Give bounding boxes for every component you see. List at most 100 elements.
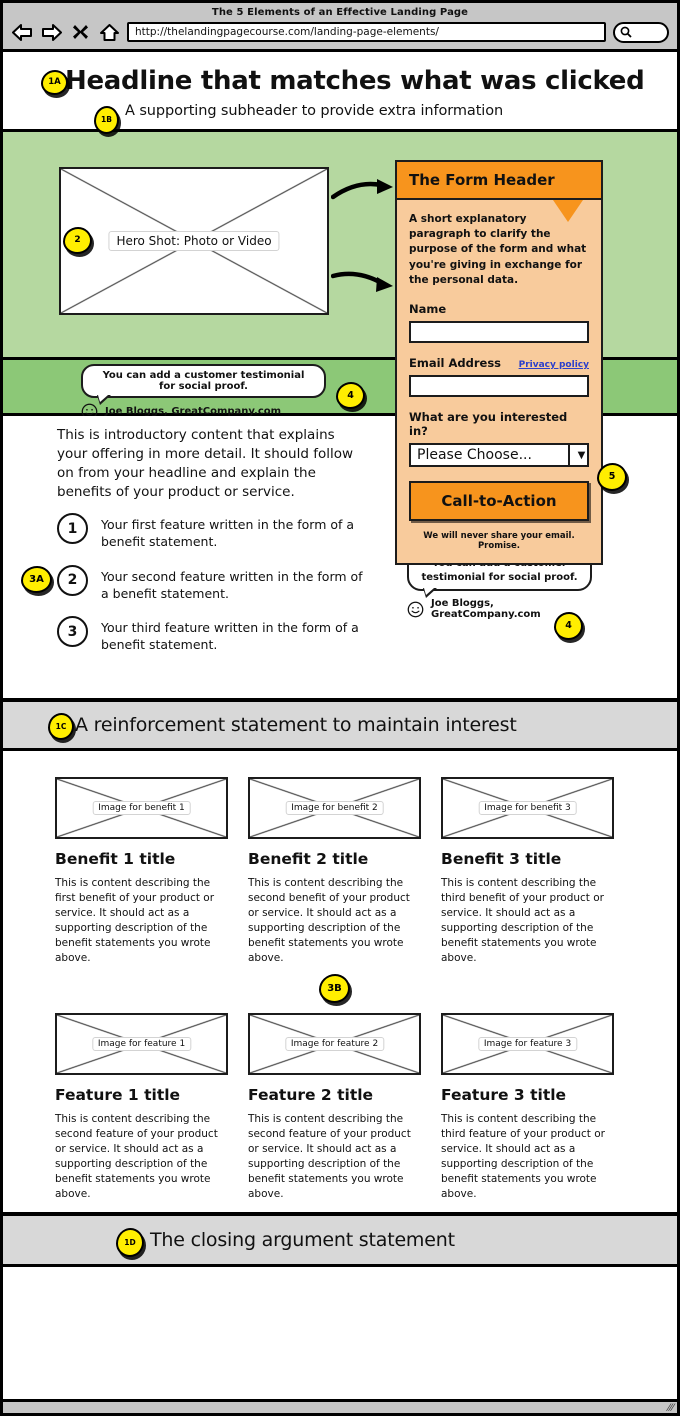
badge-5: 5: [597, 463, 627, 491]
form-promise-text: We will never share your email. Promise.: [423, 531, 575, 552]
feature-image-label: Image for feature 3: [477, 1037, 578, 1052]
resize-grip-icon[interactable]: ///: [665, 1403, 674, 1413]
browser-window: The 5 Elements of an Effective Landing P…: [0, 0, 680, 1416]
badge-1d: 1D: [116, 1227, 144, 1257]
chevron-down-icon: ▼: [568, 445, 587, 466]
form-body: A short explanatory paragraph to clarify…: [397, 200, 601, 563]
benefit-title: Benefit 1 title: [55, 850, 176, 868]
badge-3b: 3B: [319, 974, 350, 1004]
form-paragraph: A short explanatory paragraph to clarify…: [409, 213, 587, 286]
feature-body: This is content describing the second fe…: [248, 1113, 411, 1200]
benefit-image-label: Image for benefit 3: [478, 801, 577, 815]
feature-number: 1: [57, 513, 88, 544]
grid-row-separator: 3B: [3, 965, 677, 1013]
feature-number: 2: [57, 564, 88, 596]
benefit-image-placeholder: Image for benefit 3: [441, 777, 614, 839]
browser-toolbar: http://thelandingpagecourse.com/landing-…: [3, 21, 677, 43]
browser-chrome: The 5 Elements of an Effective Landing P…: [3, 3, 677, 52]
benefit-title: Benefit 3 title: [441, 850, 562, 868]
badge-4-side: 4: [554, 612, 583, 640]
badge-1b: 1B: [94, 106, 119, 134]
feature-card: Image for feature 3 Feature 3 title This…: [441, 1013, 614, 1201]
feature-title: Feature 1 title: [55, 1086, 181, 1105]
content-grid-section: Image for benefit 1 Benefit 1 title This…: [3, 751, 677, 1215]
feature-image-label: Image for feature 2: [284, 1037, 385, 1052]
badge-2: 2: [63, 227, 92, 254]
email-label-row: Email Address Privacy policy: [409, 356, 589, 375]
feature-number: 3: [57, 616, 88, 647]
list-item: 3 Your third feature written in the form…: [57, 616, 367, 654]
hero-image-label: Hero Shot: Photo or Video: [108, 231, 280, 251]
benefit-image-label: Image for benefit 1: [92, 801, 191, 815]
benefit-card: Image for benefit 2 Benefit 2 title This…: [248, 777, 421, 965]
benefit-image-label: Image for benefit 2: [285, 801, 384, 815]
benefit-image-placeholder: Image for benefit 1: [55, 777, 228, 839]
form-notch-triangle: [553, 200, 583, 222]
feature-image-placeholder: Image for feature 2: [248, 1013, 421, 1076]
testimonial-top: You can add a customer testimonial for s…: [81, 364, 326, 420]
feature-text: Your first feature written in the form o…: [101, 517, 355, 550]
badge-1c: 1C: [48, 713, 74, 740]
status-bar: ///: [3, 1399, 677, 1413]
list-item: 1 Your first feature written in the form…: [57, 513, 367, 551]
back-arrow-icon[interactable]: [11, 21, 33, 43]
feature-title: Feature 3 title: [441, 1086, 567, 1105]
benefit-body: This is content describing the third ben…: [441, 877, 605, 964]
testimonial-bubble: You can add a customer testimonial for s…: [81, 364, 326, 405]
name-label: Name: [409, 302, 447, 317]
window-title: The 5 Elements of an Effective Landing P…: [211, 7, 469, 18]
search-input[interactable]: [613, 21, 669, 43]
list-item: 2 Your second feature written in the for…: [57, 564, 367, 603]
benefit-body: This is content describing the second be…: [248, 877, 410, 964]
feature-text: Your third feature written in the form o…: [101, 620, 359, 653]
arrow-to-form-top: [331, 179, 393, 200]
features-row: Image for feature 1 Feature 1 title This…: [3, 1013, 677, 1201]
feature-image-label: Image for feature 1: [91, 1037, 192, 1052]
intro-paragraph: This is introductory content that explai…: [57, 427, 354, 501]
url-input[interactable]: http://thelandingpagecourse.com/landing-…: [127, 22, 606, 42]
feature-body: This is content describing the third fea…: [441, 1113, 605, 1200]
reinforcement-band: 1C A reinforcement statement to maintain…: [3, 701, 677, 751]
benefit-body: This is content describing the first ben…: [55, 877, 215, 964]
badge-4-top: 4: [336, 382, 365, 409]
smiley-icon: [407, 601, 424, 617]
feature-card: Image for feature 2 Feature 2 title This…: [248, 1013, 421, 1201]
email-label: Email Address: [409, 356, 502, 371]
privacy-policy-link[interactable]: Privacy policy: [519, 360, 589, 370]
closing-band: 1D The closing argument statement: [3, 1214, 677, 1267]
arrow-to-form-bottom: [331, 271, 393, 292]
forward-arrow-icon[interactable]: [40, 21, 62, 43]
feature-body: This is content describing the second fe…: [55, 1113, 218, 1200]
interest-label: What are you interested in?: [409, 410, 568, 439]
lead-form: The Form Header A short explanatory para…: [395, 160, 603, 566]
feature-image-placeholder: Image for feature 3: [441, 1013, 614, 1076]
search-icon: [620, 23, 632, 42]
name-field[interactable]: [409, 321, 589, 344]
reinforcement-text: A reinforcement statement to maintain in…: [75, 714, 517, 736]
badge-3a: 3A: [21, 566, 52, 593]
headline-section: 1A Headline that matches what was clicke…: [3, 52, 677, 134]
page-subheader: A supporting subheader to provide extra …: [125, 103, 504, 119]
benefit-image-placeholder: Image for benefit 2: [248, 777, 421, 839]
url-text: http://thelandingpagecourse.com/landing-…: [135, 26, 439, 38]
cta-button[interactable]: Call-to-Action: [409, 481, 589, 522]
benefit-card: Image for benefit 3 Benefit 3 title This…: [441, 777, 614, 965]
home-icon[interactable]: [98, 21, 120, 43]
feature-image-placeholder: Image for feature 1: [55, 1013, 228, 1076]
feature-title: Feature 2 title: [248, 1086, 374, 1105]
badge-1a: 1A: [41, 70, 68, 95]
email-field[interactable]: [409, 375, 589, 398]
interest-select[interactable]: Please Choose... ▼: [409, 443, 589, 468]
benefit-card: Image for benefit 1 Benefit 1 title This…: [55, 777, 228, 965]
interest-select-value: Please Choose...: [417, 447, 532, 464]
hero-section: Hero Shot: Photo or Video 2 The Form Hea…: [3, 132, 677, 566]
form-header: The Form Header: [397, 162, 601, 200]
hero-image-placeholder: Hero Shot: Photo or Video: [59, 167, 329, 315]
closing-text: The closing argument statement: [150, 1228, 455, 1251]
page-headline: Headline that matches what was clicked: [65, 66, 645, 96]
feature-card: Image for feature 1 Feature 1 title This…: [55, 1013, 228, 1201]
feature-text: Your second feature written in the form …: [101, 568, 363, 601]
stop-x-icon[interactable]: [69, 21, 91, 43]
benefit-title: Benefit 2 title: [248, 850, 369, 868]
benefits-row: Image for benefit 1 Benefit 1 title This…: [3, 777, 677, 965]
